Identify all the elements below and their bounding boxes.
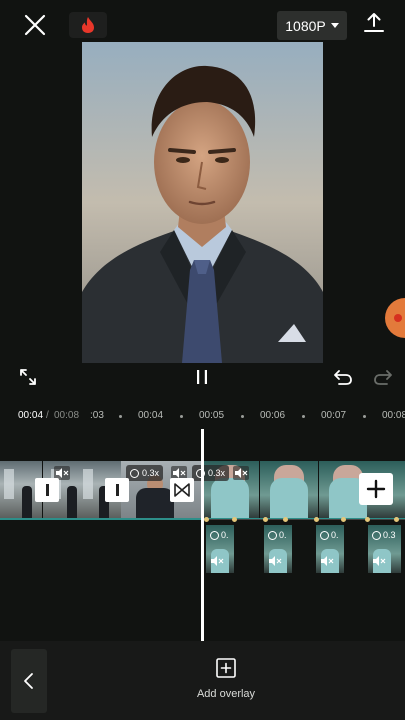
speed-icon [320,530,329,540]
close-button[interactable] [22,12,48,38]
pause-button[interactable] [193,368,211,386]
overlay-clip[interactable]: 0.3 [368,525,401,573]
speed-badge: 0. [210,530,229,540]
video-preview[interactable] [82,42,323,363]
transition-button[interactable] [105,478,129,502]
redo-icon [374,370,392,385]
overlay-clip[interactable]: 0. [264,525,292,573]
playback-controls [0,363,405,393]
tick-label: 00:07 [321,410,347,421]
export-button[interactable] [362,11,386,35]
time-separator: / [46,410,49,421]
resolution-dropdown[interactable]: 1080P [277,11,347,40]
add-overlay-label: Add overlay [196,688,256,700]
playhead[interactable] [201,429,204,641]
clip-thumbnail-detail [67,486,77,518]
mute-icon [269,556,282,566]
mute-icon [211,556,224,566]
clip-thumbnail-detail [83,469,93,499]
total-time: 00:08 [54,410,80,421]
add-clip-button[interactable] [359,473,393,505]
export-icon [364,13,384,32]
transition-icon [115,484,119,496]
tick-dot [241,415,244,418]
keyframe-dot[interactable] [283,517,288,522]
transition-button[interactable] [35,478,59,502]
speed-label: 0.3x [208,468,226,478]
speed-icon [268,530,277,540]
chevron-left-icon [24,673,33,689]
speed-badge: 0.3 [372,530,396,540]
transition-button[interactable] [170,478,194,502]
tick-label: 00:06 [260,410,286,421]
transition-applied-icon [174,483,190,497]
tick-dot [180,415,183,418]
bottom-toolbar: Add overlay [0,641,405,720]
caret-down-icon [330,23,339,28]
speed-badge: 0.3x [126,465,164,481]
speed-badge: 0. [268,530,287,540]
tick-label: :03 [90,410,104,421]
keyframe-dot[interactable] [341,517,346,522]
speed-badge: 0.3x [192,465,230,481]
transition-icon [45,484,49,496]
current-time: 00:04 [18,410,44,421]
time-ruler[interactable]: 00:04 / 00:08 :03 00:04 00:05 00:06 00:0… [0,405,405,429]
speed-label: 0. [331,530,339,540]
keyframe-dot[interactable] [204,517,209,522]
speed-label: 0.3 [383,530,396,540]
clip-thumbnail-detail [211,478,249,518]
keyframe-dot[interactable] [232,517,237,522]
speed-label: 0. [221,530,229,540]
speed-label: 0. [279,530,287,540]
keyframe-dot[interactable] [314,517,319,522]
fullscreen-button[interactable] [19,368,37,386]
speed-icon [372,530,381,540]
tick-label: 00:05 [199,410,225,421]
undo-icon [334,370,352,385]
tick-label: 00:08 [382,410,405,421]
keyframe-dot[interactable] [263,517,268,522]
tick-dot [363,415,366,418]
clip-thumbnail-detail [136,488,174,518]
overlay-clip[interactable]: 0. [206,525,234,573]
tick-dot [302,415,305,418]
plus-icon [366,479,386,499]
speed-icon [210,530,219,540]
record-icon [394,314,402,322]
add-overlay-button[interactable]: Add overlay [170,657,282,707]
keyframe-dot[interactable] [394,517,399,522]
undo-button[interactable] [332,366,354,388]
tick-dot [119,415,122,418]
add-overlay-icon [216,658,236,678]
mute-icon [321,556,334,566]
redo-button[interactable] [372,366,394,388]
mute-icon [373,556,386,566]
flame-icon [82,17,94,33]
mute-icon [233,466,249,480]
overlay-track[interactable]: 0. 0. 0. 0.3 [201,517,405,574]
speed-icon [130,468,139,478]
tick-label: 00:04 [138,410,164,421]
speed-label: 0.3x [142,468,160,478]
video-clip[interactable] [260,461,318,518]
speed-badge: 0. [320,530,339,540]
keyframe-dot[interactable] [365,517,370,522]
flame-button[interactable] [69,12,107,38]
clip-thumbnail-detail [270,478,308,518]
back-button[interactable] [11,649,47,713]
clip-thumbnail-detail [4,469,14,499]
overlay-clip[interactable]: 0. [316,525,344,573]
pause-icon [197,370,207,384]
resolution-label: 1080P [285,17,326,34]
preview-portrait-image [82,42,323,363]
clip-thumbnail-detail [22,486,32,518]
close-icon [24,14,46,36]
fullscreen-icon [20,369,36,385]
record-button[interactable] [385,298,405,338]
